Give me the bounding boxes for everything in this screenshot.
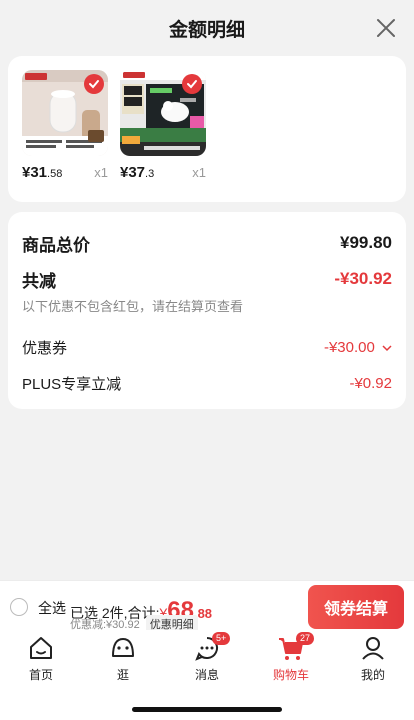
product-quantity: x1 bbox=[192, 165, 206, 180]
tab-label: 购物车 bbox=[272, 668, 309, 682]
selected-check-icon[interactable] bbox=[84, 74, 104, 94]
product-image-milk-box[interactable] bbox=[120, 70, 206, 156]
product-list: ¥31.58 x1 ¥37.3 x1 bbox=[8, 56, 406, 202]
product-image-humidifier[interactable] bbox=[22, 70, 108, 156]
coupon-row[interactable]: 优惠券 -¥30.00 bbox=[22, 329, 392, 365]
discount-label: 共减 bbox=[22, 271, 56, 291]
tab-label: 我的 bbox=[360, 668, 385, 682]
selected-check-icon[interactable] bbox=[182, 74, 202, 94]
product-item[interactable]: ¥31.58 x1 bbox=[22, 70, 108, 186]
coupon-value[interactable]: -¥30.00 bbox=[324, 339, 392, 356]
tab-home[interactable]: 首页 bbox=[6, 634, 76, 684]
checkout-bar: 全选 已选 2件,合计:¥68.88 优惠减:¥30.92 优惠明细 领券结算 bbox=[0, 580, 414, 633]
tab-profile[interactable]: 我的 bbox=[338, 634, 408, 684]
checkout-button[interactable]: 领券结算 bbox=[308, 585, 404, 629]
select-all-label[interactable]: 全选 bbox=[38, 598, 66, 618]
tab-messages[interactable]: 5+ 消息 bbox=[172, 632, 242, 684]
product-quantity: x1 bbox=[94, 165, 108, 180]
product-price: ¥37.3 bbox=[120, 164, 155, 181]
coupon-label: 优惠券 bbox=[22, 339, 68, 357]
plus-label: PLUS专享立减 bbox=[22, 375, 122, 393]
total-value: ¥99.80 bbox=[340, 233, 392, 252]
select-all-radio[interactable] bbox=[10, 598, 28, 616]
chevron-down-icon[interactable] bbox=[382, 344, 392, 352]
tab-cart[interactable]: 27 购物车 bbox=[256, 632, 326, 684]
product-item[interactable]: ¥37.3 x1 bbox=[120, 70, 206, 186]
close-icon[interactable] bbox=[374, 16, 398, 40]
price-summary: 商品总价 ¥99.80 共减 -¥30.92 以下优惠不包含红包，请在结算页查看… bbox=[8, 212, 406, 409]
discount-value: -¥30.92 bbox=[334, 269, 392, 288]
page-title: 金额明细 bbox=[168, 19, 245, 41]
home-icon bbox=[30, 637, 52, 659]
plus-row: PLUS专享立减 -¥0.92 bbox=[22, 365, 392, 401]
tab-explore[interactable]: 逛 bbox=[88, 634, 158, 684]
discount-note: 以下优惠不包含红包，请在结算页查看 bbox=[22, 299, 244, 314]
explore-icon bbox=[112, 638, 134, 657]
modal-header: 金额明细 bbox=[0, 0, 414, 56]
plus-value: -¥0.92 bbox=[349, 374, 392, 392]
tab-label: 逛 bbox=[116, 668, 129, 682]
tab-label: 首页 bbox=[28, 668, 53, 682]
home-indicator[interactable] bbox=[132, 707, 282, 712]
product-price: ¥31.58 bbox=[22, 164, 63, 181]
profile-icon bbox=[362, 637, 384, 660]
cart-badge: 27 bbox=[296, 632, 315, 645]
total-label: 商品总价 bbox=[22, 235, 90, 255]
message-badge: 5+ bbox=[212, 632, 231, 645]
tab-label: 消息 bbox=[194, 668, 219, 682]
